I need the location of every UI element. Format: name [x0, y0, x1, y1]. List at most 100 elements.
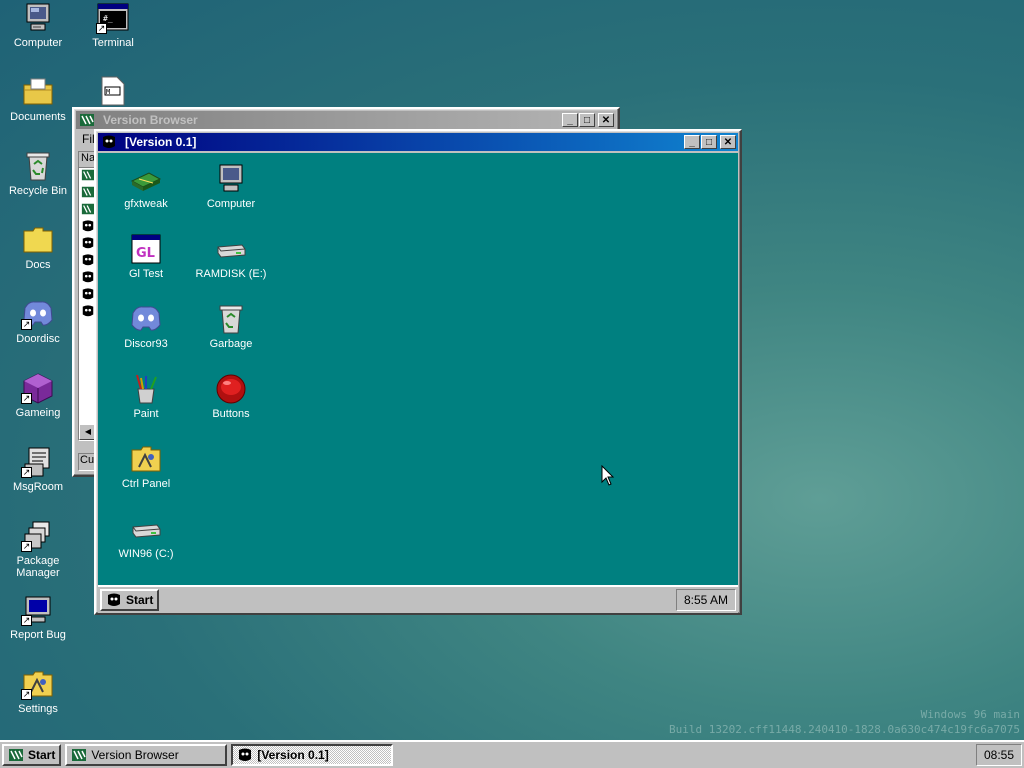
version-app-icon	[81, 185, 95, 202]
inner-icon-ctrl-panel[interactable]: Ctrl Panel	[108, 443, 184, 490]
inner-icon-label: gfxtweak	[124, 198, 168, 210]
desktop-icon-terminal[interactable]: #_ ↗ Terminal	[75, 2, 151, 49]
taskbar-button-version-browser[interactable]: Version Browser	[65, 744, 228, 766]
desktop-icon-label: MsgRoom	[12, 481, 64, 493]
version-0-1-titlebar[interactable]: [Version 0.1] _ □ ✕	[98, 133, 738, 151]
minimize-button[interactable]: _	[562, 113, 578, 127]
windows96-logo-icon	[81, 236, 95, 253]
app-icon	[71, 747, 87, 763]
desktop-icon-package-manager[interactable]: ↗ Package Manager	[0, 520, 76, 579]
msgroom-icon: ↗	[21, 446, 55, 478]
desktop-icon-label: Gameing	[15, 407, 61, 419]
close-button[interactable]: ✕	[720, 135, 736, 149]
desktop-icon-label: Settings	[18, 703, 58, 715]
inner-taskbar: Start 8:55 AM	[98, 585, 738, 613]
folder-icon	[21, 76, 55, 108]
desktop-icon-label: Recycle Bin	[8, 185, 68, 197]
version-browser-titlebar[interactable]: Version Browser _ □ ✕	[76, 111, 616, 129]
file-icon[interactable]: M	[99, 76, 127, 106]
computer-icon	[21, 2, 55, 34]
gfxtweak-icon	[129, 163, 163, 195]
paint-icon	[129, 373, 163, 405]
maximize-button[interactable]: □	[701, 135, 717, 149]
app-icon	[79, 112, 95, 128]
inner-icon-ramdisk[interactable]: RAMDISK (E:)	[193, 233, 269, 280]
desktop-icon-recycle-bin[interactable]: Recycle Bin	[0, 150, 76, 197]
mouse-cursor-icon	[601, 464, 615, 490]
inner-desktop[interactable]: gfxtweak Computer GL Gl Test RAMDISK (E:…	[98, 153, 738, 585]
desktop-icon-label: Docs	[25, 259, 51, 271]
windows96-logo-icon	[101, 134, 117, 150]
inner-icon-label: RAMDISK (E:)	[195, 268, 267, 280]
close-button[interactable]: ✕	[598, 113, 614, 127]
start-label: Start	[126, 593, 154, 607]
inner-icon-label: Buttons	[212, 408, 250, 420]
inner-icon-label: WIN96 (C:)	[118, 548, 174, 560]
windows96-logo-icon	[106, 592, 122, 608]
desktop-icon-doordisc[interactable]: ↗ Doordisc	[0, 298, 76, 345]
shortcut-arrow-icon: ↗	[21, 689, 32, 700]
shortcut-arrow-icon: ↗	[21, 541, 32, 552]
desktop-icon-settings[interactable]: ↗ Settings	[0, 668, 76, 715]
discord-icon	[129, 303, 163, 335]
desktop-icon-label: Package Manager	[16, 555, 60, 579]
svg-text:#_: #_	[103, 14, 113, 23]
monitor-icon: ↗	[21, 594, 55, 626]
package-icon: ↗	[21, 520, 55, 552]
desktop-icon-label: Doordisc	[16, 333, 60, 345]
shortcut-arrow-icon: ↗	[21, 615, 32, 626]
windows96-logo-icon	[81, 270, 95, 287]
version-app-icon	[81, 202, 95, 219]
desktop-icon-documents[interactable]: Documents	[0, 76, 76, 123]
desktop-icon-computer[interactable]: Computer	[0, 2, 76, 49]
taskbar-button-label: Version Browser	[91, 748, 179, 762]
inner-start-button[interactable]: Start	[100, 589, 160, 611]
desktop-icon-report-bug[interactable]: ↗ Report Bug	[0, 594, 76, 641]
inner-clock: 8:55 AM	[676, 589, 736, 611]
inner-icon-win96-c[interactable]: WIN96 (C:)	[108, 513, 184, 560]
windows96-logo-icon	[81, 253, 95, 270]
inner-icon-gfxtweak[interactable]: gfxtweak	[108, 163, 184, 210]
inner-icon-discor93[interactable]: Discor93	[108, 303, 184, 350]
cube-icon: ↗	[21, 372, 55, 404]
inner-icon-label: Ctrl Panel	[121, 478, 171, 490]
version-app-icon	[81, 168, 95, 185]
inner-icon-label: Gl Test	[128, 268, 164, 280]
recycle-bin-icon	[214, 303, 248, 335]
folder-icon	[21, 224, 55, 256]
inner-icon-computer[interactable]: Computer	[193, 163, 269, 210]
inner-icon-gl-test[interactable]: GL Gl Test	[108, 233, 184, 280]
taskbar-button-version-0-1[interactable]: [Version 0.1]	[231, 744, 394, 766]
desktop-icon-msgroom[interactable]: ↗ MsgRoom	[0, 446, 76, 493]
maximize-button[interactable]: □	[579, 113, 595, 127]
windows96-logo-icon	[81, 304, 95, 321]
terminal-icon: #_ ↗	[96, 2, 130, 34]
windows96-logo-icon	[81, 287, 95, 304]
system-clock: 08:55	[976, 744, 1022, 766]
version-0-1-window[interactable]: [Version 0.1] _ □ ✕ gfxtweak Computer GL…	[94, 129, 742, 615]
inner-icon-label: Paint	[133, 408, 159, 420]
red-button-icon	[214, 373, 248, 405]
window-title: Version Browser	[103, 113, 198, 127]
control-panel-icon: ↗	[21, 668, 55, 700]
taskbar-button-label: [Version 0.1]	[257, 748, 329, 762]
computer-icon	[214, 163, 248, 195]
shortcut-arrow-icon: ↗	[21, 393, 32, 404]
desktop-icon-gameing[interactable]: ↗ Gameing	[0, 372, 76, 419]
inner-icon-buttons[interactable]: Buttons	[193, 373, 269, 420]
inner-icon-garbage[interactable]: Garbage	[193, 303, 269, 350]
desktop-icon-label: Computer	[13, 37, 63, 49]
start-button[interactable]: Start	[2, 744, 62, 766]
drive-icon	[214, 233, 248, 265]
desktop-icon-docs[interactable]: Docs	[0, 224, 76, 271]
control-panel-icon	[129, 443, 163, 475]
discord-icon: ↗	[21, 298, 55, 330]
windows96-logo-icon	[81, 219, 95, 236]
window-title: [Version 0.1]	[125, 135, 197, 149]
minimize-button[interactable]: _	[684, 135, 700, 149]
inner-icon-paint[interactable]: Paint	[108, 373, 184, 420]
start-label: Start	[28, 748, 56, 762]
svg-text:M: M	[106, 88, 110, 96]
desktop-icon-label: Documents	[10, 111, 66, 123]
windows96-start-icon	[8, 747, 24, 763]
